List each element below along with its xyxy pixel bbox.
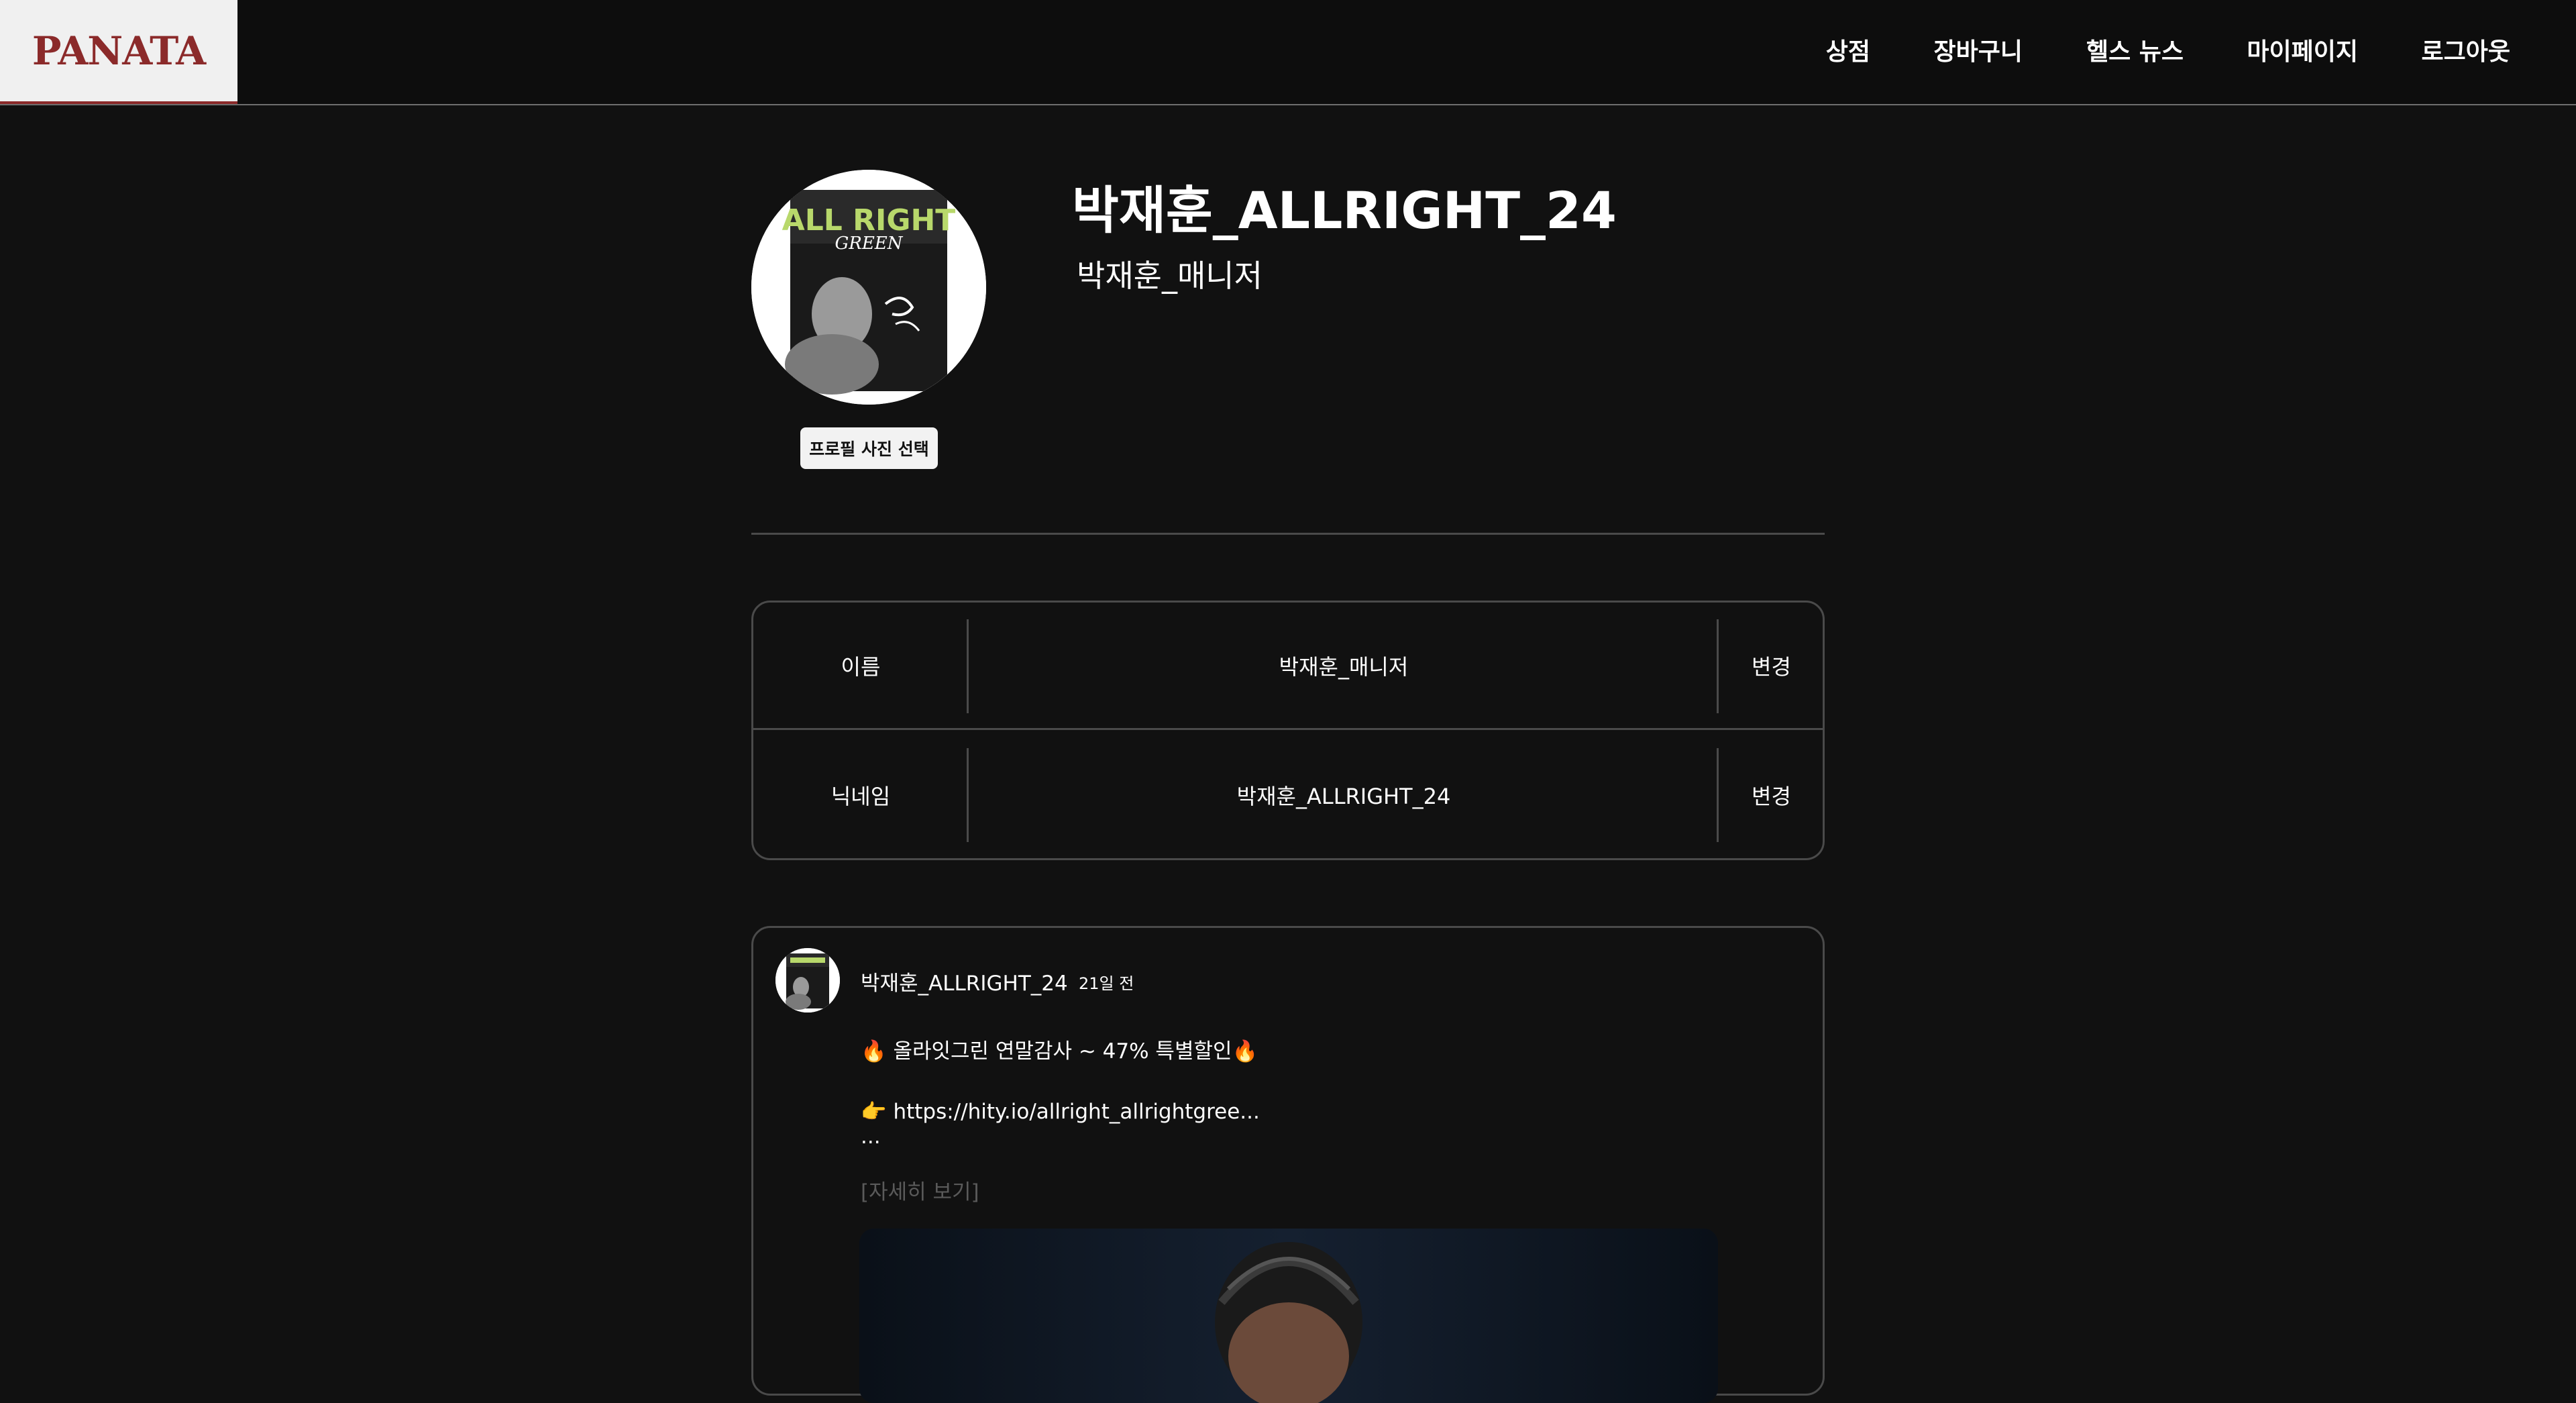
info-value: 박재훈_ALLRIGHT_24 xyxy=(1236,784,1451,809)
change-nickname-button[interactable]: 변경 xyxy=(1718,731,1823,858)
avatar-logo-text: ALL RIGHT xyxy=(782,203,956,238)
brand-logo[interactable]: PANATA xyxy=(0,0,237,104)
profile-avatar: ALL RIGHT GREEN xyxy=(751,170,986,405)
nav-item-logout[interactable]: 로그아웃 xyxy=(2422,32,2510,67)
top-navbar: PANATA 상점 장바구니 헬스 뉴스 마이페이지 로그아웃 xyxy=(0,0,2576,105)
info-value: 박재훈_매니저 xyxy=(1279,654,1409,680)
post-author-name[interactable]: 박재훈_ALLRIGHT_24 xyxy=(861,966,1068,996)
avatar-logo-subtext: GREEN xyxy=(835,233,903,254)
nav-item-health-news[interactable]: 헬스 뉴스 xyxy=(2086,32,2184,67)
select-profile-photo-button[interactable]: 프로필 사진 선택 xyxy=(800,427,938,469)
profile-name-subtitle: 박재훈_매니저 xyxy=(1077,258,1263,294)
section-divider xyxy=(751,533,1825,535)
profile-info-table: 이름 박재훈_매니저 변경 닉네임 박재훈_ALLRIGHT_24 변경 xyxy=(751,601,1825,860)
info-row-name: 이름 박재훈_매니저 변경 xyxy=(753,603,1823,730)
post-text-line: 🔥 올라잇그린 연말감사 ~ 47% 특별할인🔥 xyxy=(861,1039,1258,1063)
brand-logo-text: PANATA xyxy=(32,28,206,74)
nav-item-shop[interactable]: 상점 xyxy=(1826,32,1870,67)
column-divider xyxy=(967,748,969,842)
change-name-button[interactable]: 변경 xyxy=(1718,603,1823,728)
column-divider xyxy=(967,619,969,713)
post-timestamp: 21일 전 xyxy=(1079,974,1134,993)
nav-item-mypage[interactable]: 마이페이지 xyxy=(2247,32,2358,67)
post-ellipsis: ... xyxy=(861,1125,881,1149)
post-link-line[interactable]: 👉 https://hity.io/allright_allrightgree.… xyxy=(861,1099,1260,1124)
info-label: 닉네임 xyxy=(830,784,891,809)
info-label: 이름 xyxy=(841,654,881,680)
post-image[interactable] xyxy=(859,1229,1718,1403)
post-card: 박재훈_ALLRIGHT_24 21일 전 🔥 올라잇그린 연말감사 ~ 47%… xyxy=(751,926,1825,1403)
post-author-avatar[interactable] xyxy=(775,948,840,1012)
info-row-nickname: 닉네임 박재훈_ALLRIGHT_24 변경 xyxy=(753,731,1823,858)
read-more-link[interactable]: [자세히 보기] xyxy=(861,1175,979,1205)
profile-nickname-title: 박재훈_ALLRIGHT_24 xyxy=(1072,180,1617,240)
nav-item-cart[interactable]: 장바구니 xyxy=(1934,32,2023,67)
